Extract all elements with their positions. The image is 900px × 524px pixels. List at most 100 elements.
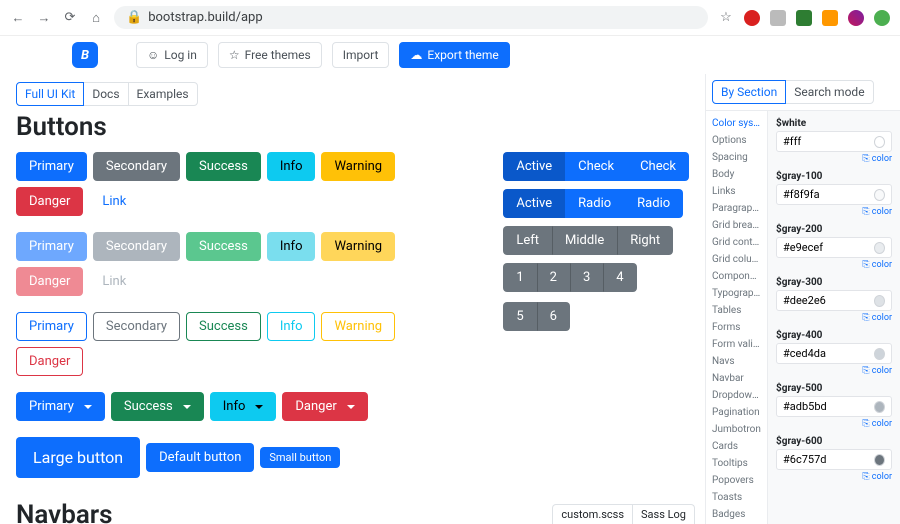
- var-input[interactable]: [783, 135, 874, 148]
- variable-list[interactable]: $whitecolor$gray-100color$gray-200color$…: [768, 111, 900, 524]
- tab-full-ui-kit[interactable]: Full UI Kit: [16, 82, 84, 106]
- color-swatch[interactable]: [874, 454, 885, 466]
- section-nav-item[interactable]: Forms: [706, 319, 767, 336]
- login-button[interactable]: ☺ Log in: [136, 42, 208, 68]
- btn-danger[interactable]: Danger: [16, 187, 83, 216]
- dropdown-primary[interactable]: Primary: [16, 392, 105, 421]
- reload-icon[interactable]: ⟳: [62, 10, 78, 26]
- var-input-row[interactable]: [776, 396, 892, 417]
- radio-active[interactable]: Active: [503, 189, 565, 218]
- btn-large[interactable]: Large button: [16, 437, 140, 478]
- radio-btn[interactable]: Radio: [624, 189, 683, 218]
- section-nav-item[interactable]: Jumbotron: [706, 421, 767, 438]
- lmr-middle[interactable]: Middle: [552, 226, 617, 255]
- var-input-row[interactable]: [776, 184, 892, 205]
- btn-info-light[interactable]: Info: [267, 232, 316, 261]
- address-bar[interactable]: 🔒 bootstrap.build/app: [114, 6, 708, 29]
- btn-outline-primary[interactable]: Primary: [16, 312, 87, 341]
- section-nav-item[interactable]: Tables: [706, 302, 767, 319]
- btn-default[interactable]: Default button: [146, 443, 254, 472]
- color-swatch[interactable]: [874, 295, 885, 307]
- tab-by-section[interactable]: By Section: [712, 80, 786, 104]
- section-nav-item[interactable]: Paragraphs: [706, 200, 767, 217]
- home-icon[interactable]: ⌂: [88, 10, 104, 26]
- btn-outline-info[interactable]: Info: [267, 312, 316, 341]
- section-nav-item[interactable]: Dropdowns: [706, 387, 767, 404]
- num-btn[interactable]: 3: [570, 263, 603, 292]
- btn-outline-success[interactable]: Success: [186, 312, 261, 341]
- var-input[interactable]: [783, 294, 874, 307]
- ext-icon[interactable]: [796, 10, 812, 26]
- btn-success[interactable]: Success: [186, 152, 261, 181]
- var-input-row[interactable]: [776, 290, 892, 311]
- section-nav-item[interactable]: Cards: [706, 438, 767, 455]
- color-swatch[interactable]: [874, 189, 885, 201]
- ext-icon[interactable]: [822, 10, 838, 26]
- export-button[interactable]: ☁ Export theme: [399, 42, 509, 68]
- var-input[interactable]: [783, 241, 874, 254]
- ext-icon[interactable]: [874, 10, 890, 26]
- section-nav-item[interactable]: Spacing: [706, 149, 767, 166]
- btn-secondary[interactable]: Secondary: [93, 152, 180, 181]
- btn-outline-warning[interactable]: Warning: [321, 312, 395, 341]
- avatar-icon[interactable]: [848, 10, 864, 26]
- num-btn[interactable]: 1: [503, 263, 536, 292]
- btn-secondary-light[interactable]: Secondary: [93, 232, 180, 261]
- section-nav-item[interactable]: Color system: [706, 115, 767, 132]
- var-input-row[interactable]: [776, 449, 892, 470]
- section-nav-item[interactable]: Pagination: [706, 404, 767, 421]
- var-input[interactable]: [783, 453, 874, 466]
- var-input-row[interactable]: [776, 237, 892, 258]
- num-btn[interactable]: 4: [603, 263, 636, 292]
- radio-btn[interactable]: Radio: [565, 189, 624, 218]
- btn-outline-danger[interactable]: Danger: [16, 347, 83, 376]
- btn-success-light[interactable]: Success: [186, 232, 261, 261]
- color-swatch[interactable]: [874, 136, 885, 148]
- check-btn[interactable]: Check: [565, 152, 627, 181]
- adblock-icon[interactable]: [744, 10, 760, 26]
- section-nav-item[interactable]: Form validat…: [706, 336, 767, 353]
- tab-custom-scss[interactable]: custom.scss: [552, 504, 633, 524]
- free-themes-button[interactable]: ☆ Free themes: [218, 42, 322, 68]
- ext-icon[interactable]: [770, 10, 786, 26]
- num-btn[interactable]: 6: [537, 302, 570, 331]
- var-input[interactable]: [783, 347, 874, 360]
- tab-sass-log[interactable]: Sass Log: [633, 504, 695, 524]
- import-button[interactable]: Import: [332, 42, 390, 68]
- star-icon[interactable]: ☆: [718, 10, 734, 26]
- section-nav-item[interactable]: Typography: [706, 285, 767, 302]
- section-nav-item[interactable]: Navbar: [706, 370, 767, 387]
- section-nav-item[interactable]: Badges: [706, 506, 767, 523]
- btn-outline-secondary[interactable]: Secondary: [93, 312, 180, 341]
- check-btn[interactable]: Check: [627, 152, 689, 181]
- section-nav-item[interactable]: Tooltips: [706, 455, 767, 472]
- color-swatch[interactable]: [874, 348, 885, 360]
- btn-warning[interactable]: Warning: [321, 152, 395, 181]
- color-swatch[interactable]: [874, 401, 885, 413]
- btn-warning-light[interactable]: Warning: [321, 232, 395, 261]
- dropdown-danger[interactable]: Danger: [282, 392, 367, 421]
- section-nav-item[interactable]: Grid contain…: [706, 234, 767, 251]
- section-nav-item[interactable]: Toasts: [706, 489, 767, 506]
- section-nav-item[interactable]: Popovers: [706, 472, 767, 489]
- btn-small[interactable]: Small button: [260, 447, 340, 468]
- dropdown-success[interactable]: Success: [111, 392, 204, 421]
- var-input-row[interactable]: [776, 343, 892, 364]
- section-nav-item[interactable]: Options: [706, 132, 767, 149]
- num-btn[interactable]: 2: [537, 263, 570, 292]
- section-nav[interactable]: Color systemOptionsSpacingBodyLinksParag…: [706, 111, 768, 524]
- var-input[interactable]: [783, 188, 874, 201]
- forward-icon[interactable]: →: [36, 10, 52, 26]
- tab-docs[interactable]: Docs: [83, 82, 128, 106]
- var-input-row[interactable]: [776, 131, 892, 152]
- app-logo[interactable]: B: [72, 42, 98, 68]
- section-nav-item[interactable]: Grid columns: [706, 251, 767, 268]
- btn-link[interactable]: Link: [89, 187, 139, 216]
- tab-examples[interactable]: Examples: [128, 82, 198, 106]
- check-active[interactable]: Active: [503, 152, 565, 181]
- dropdown-info[interactable]: Info: [210, 392, 277, 421]
- var-input[interactable]: [783, 400, 874, 413]
- tab-search-mode[interactable]: Search mode: [785, 80, 873, 104]
- num-btn[interactable]: 5: [503, 302, 536, 331]
- back-icon[interactable]: ←: [10, 10, 26, 26]
